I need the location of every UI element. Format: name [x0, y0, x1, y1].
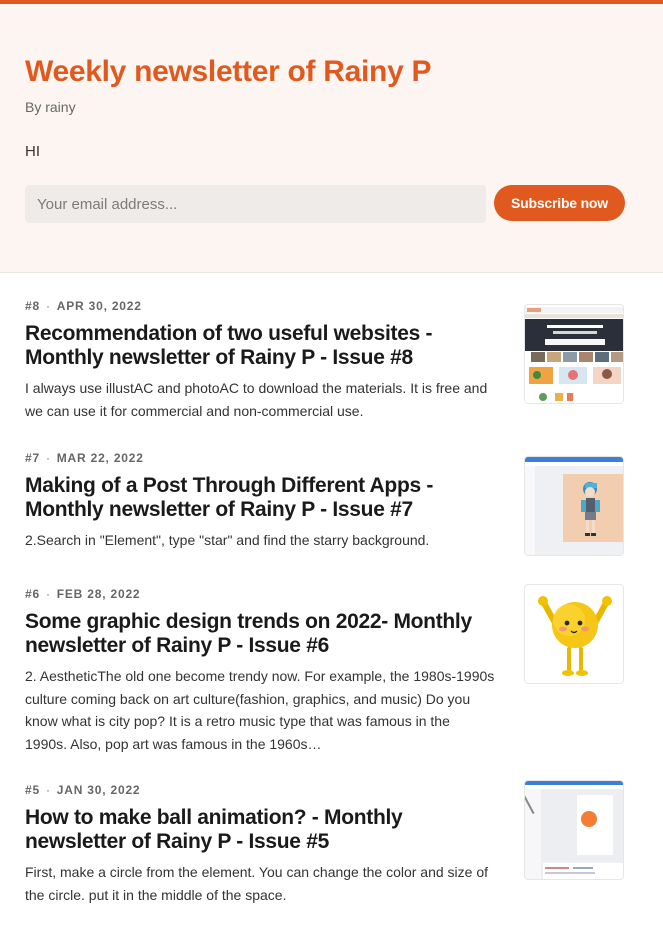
newsletter-description: HI: [25, 143, 40, 160]
post-date: FEB 28, 2022: [56, 587, 141, 601]
email-input[interactable]: [25, 185, 486, 223]
post-excerpt: 2.Search in "Element", type "star" and f…: [25, 532, 430, 548]
post-thumbnail[interactable]: [524, 780, 624, 880]
newsletter-title[interactable]: Weekly newsletter of Rainy P: [25, 54, 638, 90]
post-item[interactable]: #8 · APR 30, 2022 Recommendation of two us…: [25, 299, 625, 422]
post-excerpt: First, make a circle from the element. Y…: [25, 864, 489, 903]
subscribe-form: Subscribe now: [25, 185, 625, 223]
separator-dot: ·: [45, 783, 51, 797]
post-item[interactable]: #5 · JAN 30, 2022 How to make ball animati…: [25, 780, 625, 906]
post-title[interactable]: Recommendation of two useful websites - …: [25, 322, 495, 370]
post-item[interactable]: #6 · FEB 28, 2022 Some graphic design tren…: [25, 584, 625, 755]
post-date: JAN 30, 2022: [56, 783, 141, 797]
editor-orange-ball-icon: [525, 781, 623, 879]
editor-anime-character-icon: [525, 457, 623, 555]
separator-dot: ·: [45, 299, 51, 313]
author-byline: By rainy: [25, 99, 76, 115]
post-thumbnail[interactable]: [524, 304, 624, 404]
post-number: #5: [25, 783, 40, 797]
post-title[interactable]: Some graphic design trends on 2022- Mont…: [25, 610, 495, 658]
post-excerpt: 2. AestheticThe old one become trendy no…: [25, 668, 495, 752]
post-number: #6: [25, 587, 40, 601]
separator-dot: ·: [45, 587, 51, 601]
post-title[interactable]: Making of a Post Through Different Apps …: [25, 474, 495, 522]
website-screenshot-icon: [525, 305, 623, 403]
yellow-3d-character-icon: [525, 585, 623, 683]
post-date: MAR 22, 2022: [56, 451, 144, 465]
post-title[interactable]: How to make ball animation? - Monthly ne…: [25, 806, 495, 854]
subscribe-button[interactable]: Subscribe now: [494, 185, 625, 221]
separator-dot: ·: [45, 451, 51, 465]
post-date: APR 30, 2022: [56, 299, 142, 313]
newsletter-header: Weekly newsletter of Rainy P By rainy HI…: [0, 4, 663, 273]
post-item[interactable]: #7 · MAR 22, 2022 Making of a Post Through…: [25, 451, 625, 556]
post-excerpt: I always use illustAC and photoAC to dow…: [25, 380, 488, 419]
post-thumbnail[interactable]: [524, 584, 624, 684]
post-number: #8: [25, 299, 40, 313]
post-number: #7: [25, 451, 40, 465]
post-thumbnail[interactable]: [524, 456, 624, 556]
